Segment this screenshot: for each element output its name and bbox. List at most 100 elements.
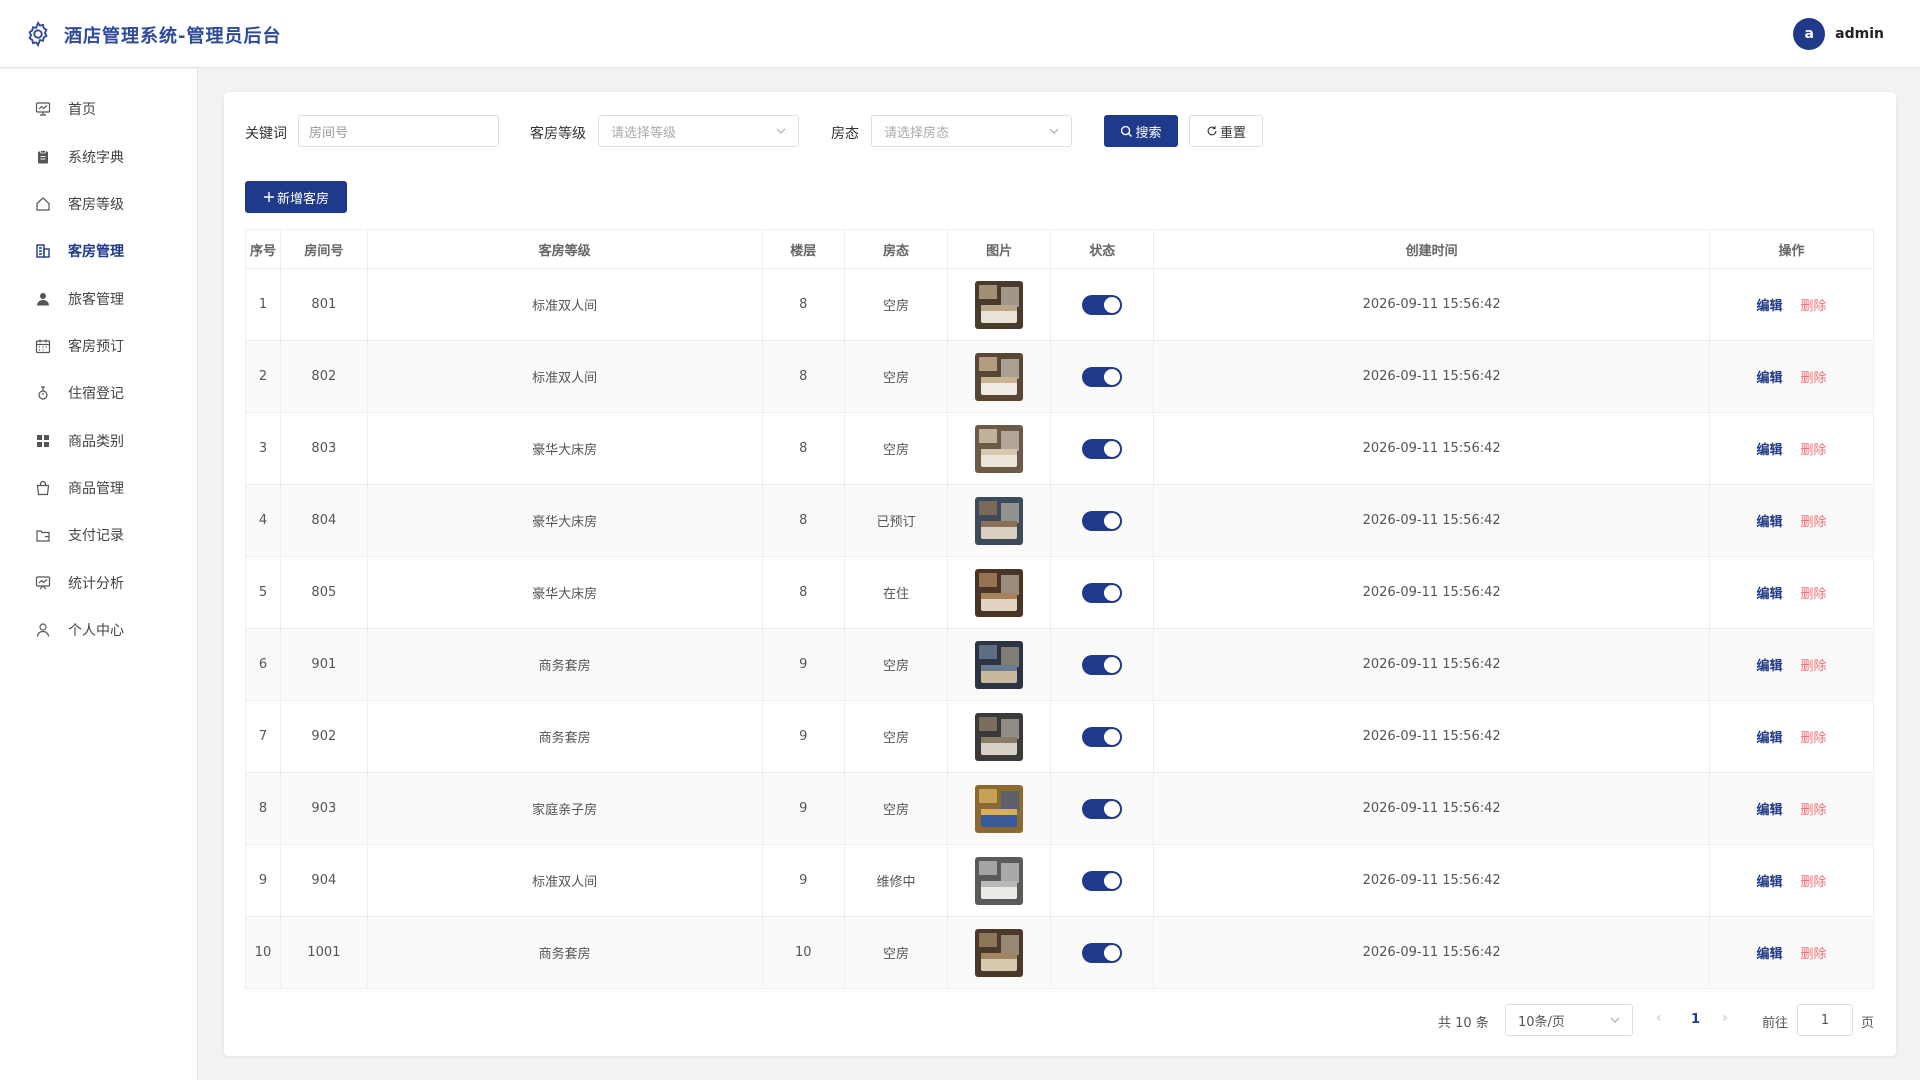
delete-button[interactable]: 删除	[1800, 875, 1826, 890]
room-floor: 8	[762, 268, 845, 341]
room-thumbnail[interactable]	[975, 280, 1024, 329]
room-thumbnail[interactable]	[975, 856, 1024, 905]
room-status: 空房	[844, 340, 949, 413]
status-toggle[interactable]	[1082, 798, 1123, 819]
created-time: 2026-09-11 15:56:42	[1153, 844, 1710, 917]
status-toggle[interactable]	[1082, 726, 1123, 747]
sidebar-item-label: 统计分析	[68, 576, 124, 592]
level-label: 客房等级	[530, 126, 586, 142]
sidebar-item[interactable]: 支付记录	[0, 515, 198, 555]
table-row: 3 803 豪华大床房 8 空房 2026-09-11 15:56:42 编辑 删除	[245, 412, 1875, 485]
shopping-bag-icon	[34, 479, 52, 497]
column-header: 楼层	[762, 229, 845, 269]
user-menu[interactable]: a admin	[1793, 18, 1884, 50]
search-icon	[1121, 125, 1133, 137]
sidebar-item[interactable]: 客房预订	[0, 326, 198, 366]
delete-button[interactable]: 删除	[1800, 515, 1826, 530]
sidebar-item[interactable]: 个人中心	[0, 610, 198, 650]
delete-button[interactable]: 删除	[1800, 587, 1826, 602]
room-status: 空房	[844, 412, 949, 485]
delete-button[interactable]: 删除	[1800, 371, 1826, 386]
username[interactable]: admin	[1835, 26, 1884, 42]
room-image-cell	[947, 340, 1052, 413]
delete-button[interactable]: 删除	[1800, 443, 1826, 458]
delete-button[interactable]: 删除	[1800, 731, 1826, 746]
edit-button[interactable]: 编辑	[1756, 371, 1782, 386]
status-toggle[interactable]	[1082, 366, 1123, 387]
edit-button[interactable]: 编辑	[1756, 803, 1782, 818]
table-row: 6 901 商务套房 9 空房 2026-09-11 15:56:42 编辑 删除	[245, 628, 1875, 701]
edit-button[interactable]: 编辑	[1756, 299, 1782, 314]
created-time: 2026-09-11 15:56:42	[1153, 556, 1710, 629]
keyword-input[interactable]: 房间号	[298, 115, 499, 147]
status-toggle-cell	[1050, 412, 1155, 485]
status-toggle[interactable]	[1082, 582, 1123, 603]
row-index: 1	[245, 268, 282, 341]
edit-button[interactable]: 编辑	[1756, 515, 1782, 530]
sidebar-item[interactable]: 首页	[0, 89, 198, 129]
room-status: 在住	[844, 556, 949, 629]
sidebar-item[interactable]: 客房等级	[0, 184, 198, 224]
status-toggle[interactable]	[1082, 942, 1123, 963]
room-image-cell	[947, 412, 1052, 485]
goto-page-input[interactable]: 1	[1797, 1004, 1853, 1036]
sidebar-item[interactable]: 系统字典	[0, 137, 198, 177]
status-toggle[interactable]	[1082, 870, 1123, 891]
reset-button[interactable]: 重置	[1189, 115, 1263, 147]
sidebar-item[interactable]: 商品类别	[0, 421, 198, 461]
sidebar-item[interactable]: 住宿登记	[0, 373, 198, 413]
room-floor: 8	[762, 340, 845, 413]
row-index: 7	[245, 700, 282, 773]
edit-button[interactable]: 编辑	[1756, 947, 1782, 962]
column-header: 图片	[947, 229, 1052, 269]
pagination-total: 共 10 条	[1438, 1016, 1489, 1031]
edit-button[interactable]: 编辑	[1756, 731, 1782, 746]
status-toggle-cell	[1050, 844, 1155, 917]
table-row: 7 902 商务套房 9 空房 2026-09-11 15:56:42 编辑 删除	[245, 700, 1875, 773]
row-index: 4	[245, 484, 282, 557]
room-floor: 8	[762, 412, 845, 485]
edit-button[interactable]: 编辑	[1756, 875, 1782, 890]
edit-button[interactable]: 编辑	[1756, 587, 1782, 602]
prev-page-button[interactable]: ‹	[1656, 1010, 1662, 1026]
delete-button[interactable]: 删除	[1800, 803, 1826, 818]
page-size-select[interactable]: 10条/页	[1505, 1004, 1633, 1036]
room-thumbnail[interactable]	[975, 928, 1024, 977]
room-thumbnail[interactable]	[975, 640, 1024, 689]
search-button[interactable]: 搜索	[1104, 115, 1178, 147]
add-room-button[interactable]: 新增客房	[245, 181, 347, 213]
delete-button[interactable]: 删除	[1800, 659, 1826, 674]
status-toggle[interactable]	[1082, 654, 1123, 675]
room-thumbnail[interactable]	[975, 496, 1024, 545]
sidebar-item-label: 系统字典	[68, 150, 124, 166]
room-image-cell	[947, 484, 1052, 557]
room-thumbnail[interactable]	[975, 784, 1024, 833]
status-toggle[interactable]	[1082, 294, 1123, 315]
room-thumbnail[interactable]	[975, 424, 1024, 473]
sidebar-item[interactable]: 客房管理	[0, 231, 198, 271]
sidebar-item[interactable]: 统计分析	[0, 563, 198, 603]
avatar[interactable]: a	[1793, 18, 1826, 50]
status-toggle[interactable]	[1082, 510, 1123, 531]
delete-button[interactable]: 删除	[1800, 947, 1826, 962]
level-select[interactable]: 请选择等级	[598, 115, 799, 147]
room-thumbnail[interactable]	[975, 568, 1024, 617]
user-outline-icon	[34, 621, 52, 639]
sidebar-item-label: 客房预订	[68, 339, 124, 355]
room-number: 901	[280, 628, 368, 701]
delete-button[interactable]: 删除	[1800, 299, 1826, 314]
page-number-current[interactable]: 1	[1691, 1012, 1700, 1027]
status-toggle[interactable]	[1082, 438, 1123, 459]
row-actions: 编辑 删除	[1709, 340, 1875, 413]
room-thumbnail[interactable]	[975, 712, 1024, 761]
chevron-down-icon	[776, 128, 786, 134]
next-page-button[interactable]: ›	[1722, 1010, 1728, 1026]
room-thumbnail[interactable]	[975, 352, 1024, 401]
edit-button[interactable]: 编辑	[1756, 443, 1782, 458]
status-select[interactable]: 请选择房态	[871, 115, 1072, 147]
created-time: 2026-09-11 15:56:42	[1153, 700, 1710, 773]
edit-button[interactable]: 编辑	[1756, 659, 1782, 674]
row-actions: 编辑 删除	[1709, 844, 1875, 917]
sidebar-item[interactable]: 商品管理	[0, 468, 198, 508]
sidebar-item[interactable]: 旅客管理	[0, 279, 198, 319]
